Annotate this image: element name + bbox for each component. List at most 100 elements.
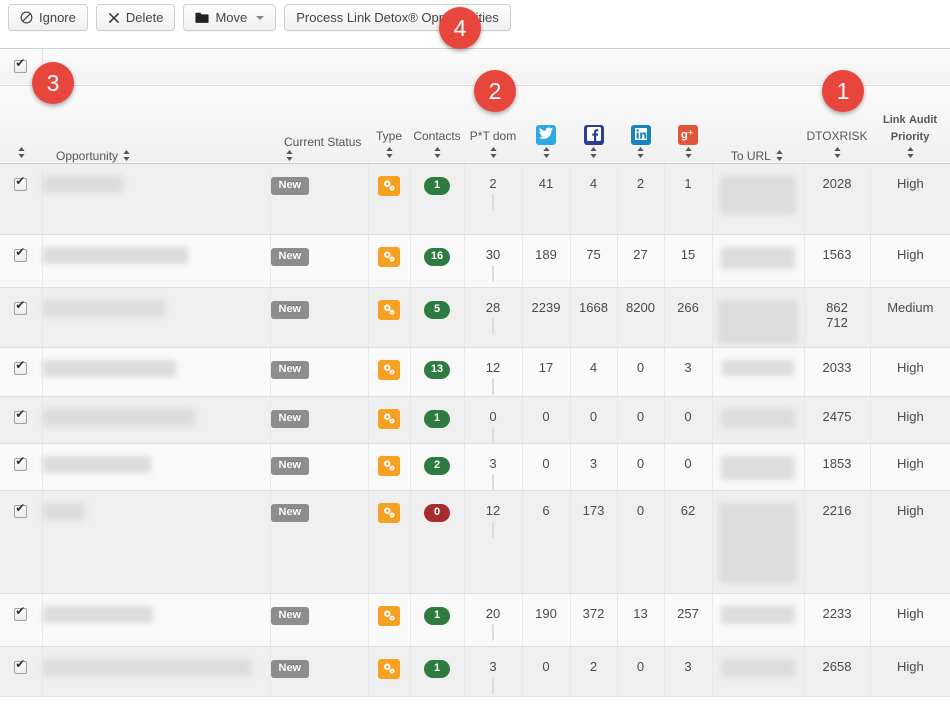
sort-icon[interactable] (284, 149, 295, 162)
table-row[interactable]: New 1 0 0000 2475 High (0, 396, 950, 444)
link-audit-priority-cell: Medium (870, 287, 950, 348)
row-select-cell[interactable] (0, 347, 43, 397)
header-googleplus[interactable]: g + (664, 85, 712, 164)
row-select-cell[interactable] (0, 593, 43, 647)
to-url-cell[interactable] (712, 163, 805, 235)
opportunities-table-container[interactable]: Opportunity Current Status Type Contacts… (0, 48, 950, 704)
sort-icon[interactable] (774, 149, 785, 162)
sort-icon[interactable] (541, 146, 552, 159)
header-to-url[interactable]: To URL (712, 85, 804, 164)
row-select-cell[interactable] (0, 646, 43, 697)
header-contacts[interactable]: Contacts (410, 85, 464, 164)
opportunity-cell[interactable] (42, 396, 271, 444)
row-checkbox[interactable] (14, 408, 28, 424)
ignore-button[interactable]: Ignore (8, 4, 88, 31)
contacts-cell[interactable]: 13 (410, 347, 465, 397)
table-row[interactable]: New 1 20 19037213257 2233 High (0, 593, 950, 647)
row-select-cell[interactable] (0, 287, 43, 348)
to-url-cell[interactable] (712, 234, 805, 288)
row-select-cell[interactable] (0, 396, 43, 444)
to-url-cell[interactable] (712, 347, 805, 397)
row-select-cell[interactable] (0, 163, 43, 235)
row-checkbox[interactable] (14, 658, 28, 674)
table-row[interactable]: New 1 2 41421 2028 High (0, 163, 950, 235)
facebook-count-cell: 0 (570, 396, 618, 444)
type-cell[interactable] (368, 396, 411, 444)
sort-icon[interactable] (683, 146, 694, 159)
to-url-cell[interactable] (712, 490, 805, 594)
linkedin-count-cell: 13 (617, 593, 665, 647)
to-url-cell[interactable] (712, 646, 805, 697)
sort-icon[interactable] (588, 146, 599, 159)
sort-icon[interactable] (432, 146, 443, 159)
sort-icon[interactable] (832, 146, 843, 159)
status-badge: New (270, 300, 310, 319)
opportunity-cell[interactable] (42, 287, 271, 348)
select-all-checkbox[interactable] (14, 57, 28, 74)
table-row[interactable]: New 13 12 17403 2033 High (0, 347, 950, 397)
to-url-cell[interactable] (712, 287, 805, 348)
header-current-status[interactable]: Current Status (270, 85, 368, 164)
sort-icon[interactable] (635, 146, 646, 159)
row-select-cell[interactable] (0, 490, 43, 594)
row-checkbox[interactable] (14, 605, 28, 621)
to-url-cell[interactable] (712, 593, 805, 647)
type-cell[interactable] (368, 443, 411, 491)
delete-button[interactable]: Delete (95, 4, 176, 31)
header-twitter[interactable] (522, 85, 570, 164)
opportunity-cell[interactable] (42, 490, 271, 594)
table-row[interactable]: New 5 28 223916688200266 862 712 Medium (0, 287, 950, 348)
contacts-cell[interactable]: 1 (410, 396, 465, 444)
sort-icon[interactable] (384, 146, 395, 159)
contacts-cell[interactable]: 1 (410, 593, 465, 647)
contacts-badge: 1 (424, 409, 450, 428)
contacts-cell[interactable]: 0 (410, 490, 465, 594)
opportunity-cell[interactable] (42, 163, 271, 235)
row-select-cell[interactable] (0, 234, 43, 288)
table-row[interactable]: New 2 3 0300 1853 High (0, 443, 950, 491)
to-url-cell[interactable] (712, 396, 805, 444)
row-checkbox[interactable] (14, 502, 28, 518)
row-checkbox[interactable] (14, 175, 28, 191)
opportunity-cell[interactable] (42, 234, 271, 288)
header-select[interactable] (0, 85, 42, 164)
table-row[interactable]: New 0 12 6173062 2216 High (0, 490, 950, 594)
contacts-cell[interactable]: 1 (410, 646, 465, 697)
opportunity-name-redacted (42, 408, 195, 426)
row-select-cell[interactable] (0, 443, 43, 491)
type-cell[interactable] (368, 234, 411, 288)
row-checkbox[interactable] (14, 246, 28, 262)
row-checkbox[interactable] (14, 299, 28, 315)
table-row[interactable]: New 1 3 0203 2658 High (0, 646, 950, 697)
contacts-cell[interactable]: 1 (410, 163, 465, 235)
move-button[interactable]: Move (183, 4, 277, 31)
type-cell[interactable] (368, 287, 411, 348)
contacts-cell[interactable]: 16 (410, 234, 465, 288)
header-link-audit-priority[interactable]: Link Audit Priority (870, 85, 950, 164)
type-cell[interactable] (368, 646, 411, 697)
opportunity-cell[interactable] (42, 347, 271, 397)
sort-icon[interactable] (16, 146, 27, 159)
header-opportunity[interactable]: Opportunity (42, 85, 270, 164)
contacts-cell[interactable]: 5 (410, 287, 465, 348)
type-cell[interactable] (368, 490, 411, 594)
googleplus-count-cell: 257 (664, 593, 713, 647)
sort-icon[interactable] (488, 146, 499, 159)
sort-icon[interactable] (905, 146, 916, 159)
header-type[interactable]: Type (368, 85, 410, 164)
table-row[interactable]: New 16 30 189752715 1563 High (0, 234, 950, 288)
header-facebook[interactable] (570, 85, 617, 164)
type-cell[interactable] (368, 347, 411, 397)
header-linkedin[interactable] (617, 85, 664, 164)
to-url-cell[interactable] (712, 443, 805, 491)
row-checkbox[interactable] (14, 359, 28, 375)
type-cell[interactable] (368, 163, 411, 235)
opportunity-cell[interactable] (42, 593, 271, 647)
type-cell[interactable] (368, 593, 411, 647)
priority-label-line-3: Priority (890, 130, 930, 143)
contacts-cell[interactable]: 2 (410, 443, 465, 491)
opportunity-cell[interactable] (42, 443, 271, 491)
row-checkbox[interactable] (14, 455, 28, 471)
opportunity-cell[interactable] (42, 646, 271, 697)
sort-icon[interactable] (121, 149, 132, 162)
